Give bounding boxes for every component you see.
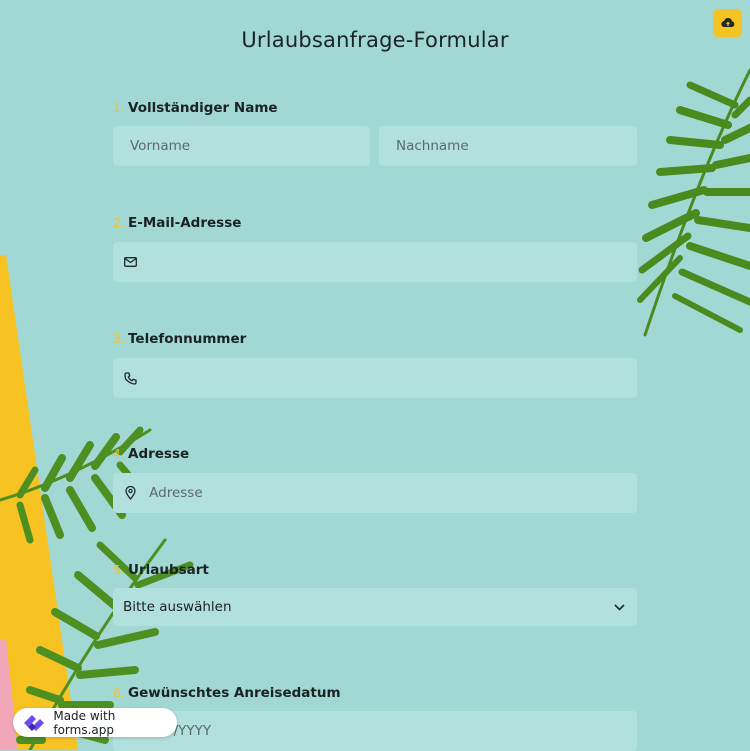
chevron-down-icon	[611, 599, 627, 615]
question-number: 3.	[113, 332, 125, 346]
vacation-type-select[interactable]: Bitte auswählen	[113, 588, 637, 626]
question-label: 1. Vollständiger Name	[113, 99, 637, 117]
arrival-date-input[interactable]	[123, 711, 637, 751]
question-text: Adresse	[128, 446, 190, 462]
address-input[interactable]	[147, 473, 637, 513]
question-arrival-date: 6. Gewünschtes Anreisedatum	[113, 684, 637, 751]
question-text: E-Mail-Adresse	[128, 215, 242, 231]
email-field[interactable]	[113, 242, 637, 282]
question-vacation-type: 5. Urlaubsart Bitte auswählen	[113, 561, 637, 626]
question-label: 3. Telefonnummer	[113, 330, 637, 348]
question-text: Telefonnummer	[128, 331, 247, 347]
email-input[interactable]	[146, 242, 637, 282]
question-address: 4. Adresse	[113, 445, 637, 513]
envelope-icon	[123, 254, 138, 270]
phone-icon	[123, 370, 138, 386]
first-name-field[interactable]	[113, 126, 370, 166]
first-name-input[interactable]	[128, 126, 370, 166]
last-name-field[interactable]	[379, 126, 637, 166]
question-text: Vollständiger Name	[128, 100, 278, 116]
question-full-name: 1. Vollständiger Name	[113, 99, 637, 166]
badge-text: Made with forms.app	[53, 708, 116, 737]
phone-input[interactable]	[146, 358, 637, 398]
question-text: Urlaubsart	[128, 562, 209, 578]
question-label: 5. Urlaubsart	[113, 561, 637, 579]
yellow-panel	[0, 255, 78, 750]
made-with-badge[interactable]: Made with forms.app	[13, 708, 177, 737]
question-label: 4. Adresse	[113, 445, 637, 463]
question-email: 2. E-Mail-Adresse	[113, 214, 637, 282]
address-field[interactable]	[113, 473, 637, 513]
question-number: 2.	[113, 216, 125, 230]
last-name-input[interactable]	[394, 126, 637, 166]
page-title: Urlaubsanfrage-Formular	[241, 28, 509, 52]
select-value: Bitte auswählen	[123, 599, 232, 615]
palm-leaf-top-right	[637, 68, 750, 337]
question-number: 6.	[113, 686, 125, 700]
question-text: Gewünschtes Anreisedatum	[128, 685, 341, 701]
question-phone: 3. Telefonnummer	[113, 330, 637, 398]
forms-app-logo-icon	[19, 711, 48, 735]
question-number: 1.	[113, 101, 125, 115]
question-label: 6. Gewünschtes Anreisedatum	[113, 684, 637, 702]
pink-strip	[0, 640, 18, 750]
arrival-date-field[interactable]	[113, 711, 637, 751]
phone-field[interactable]	[113, 358, 637, 398]
question-number: 5.	[113, 563, 125, 577]
question-label: 2. E-Mail-Adresse	[113, 214, 637, 232]
map-pin-icon	[123, 485, 138, 501]
question-number: 4.	[113, 447, 125, 461]
